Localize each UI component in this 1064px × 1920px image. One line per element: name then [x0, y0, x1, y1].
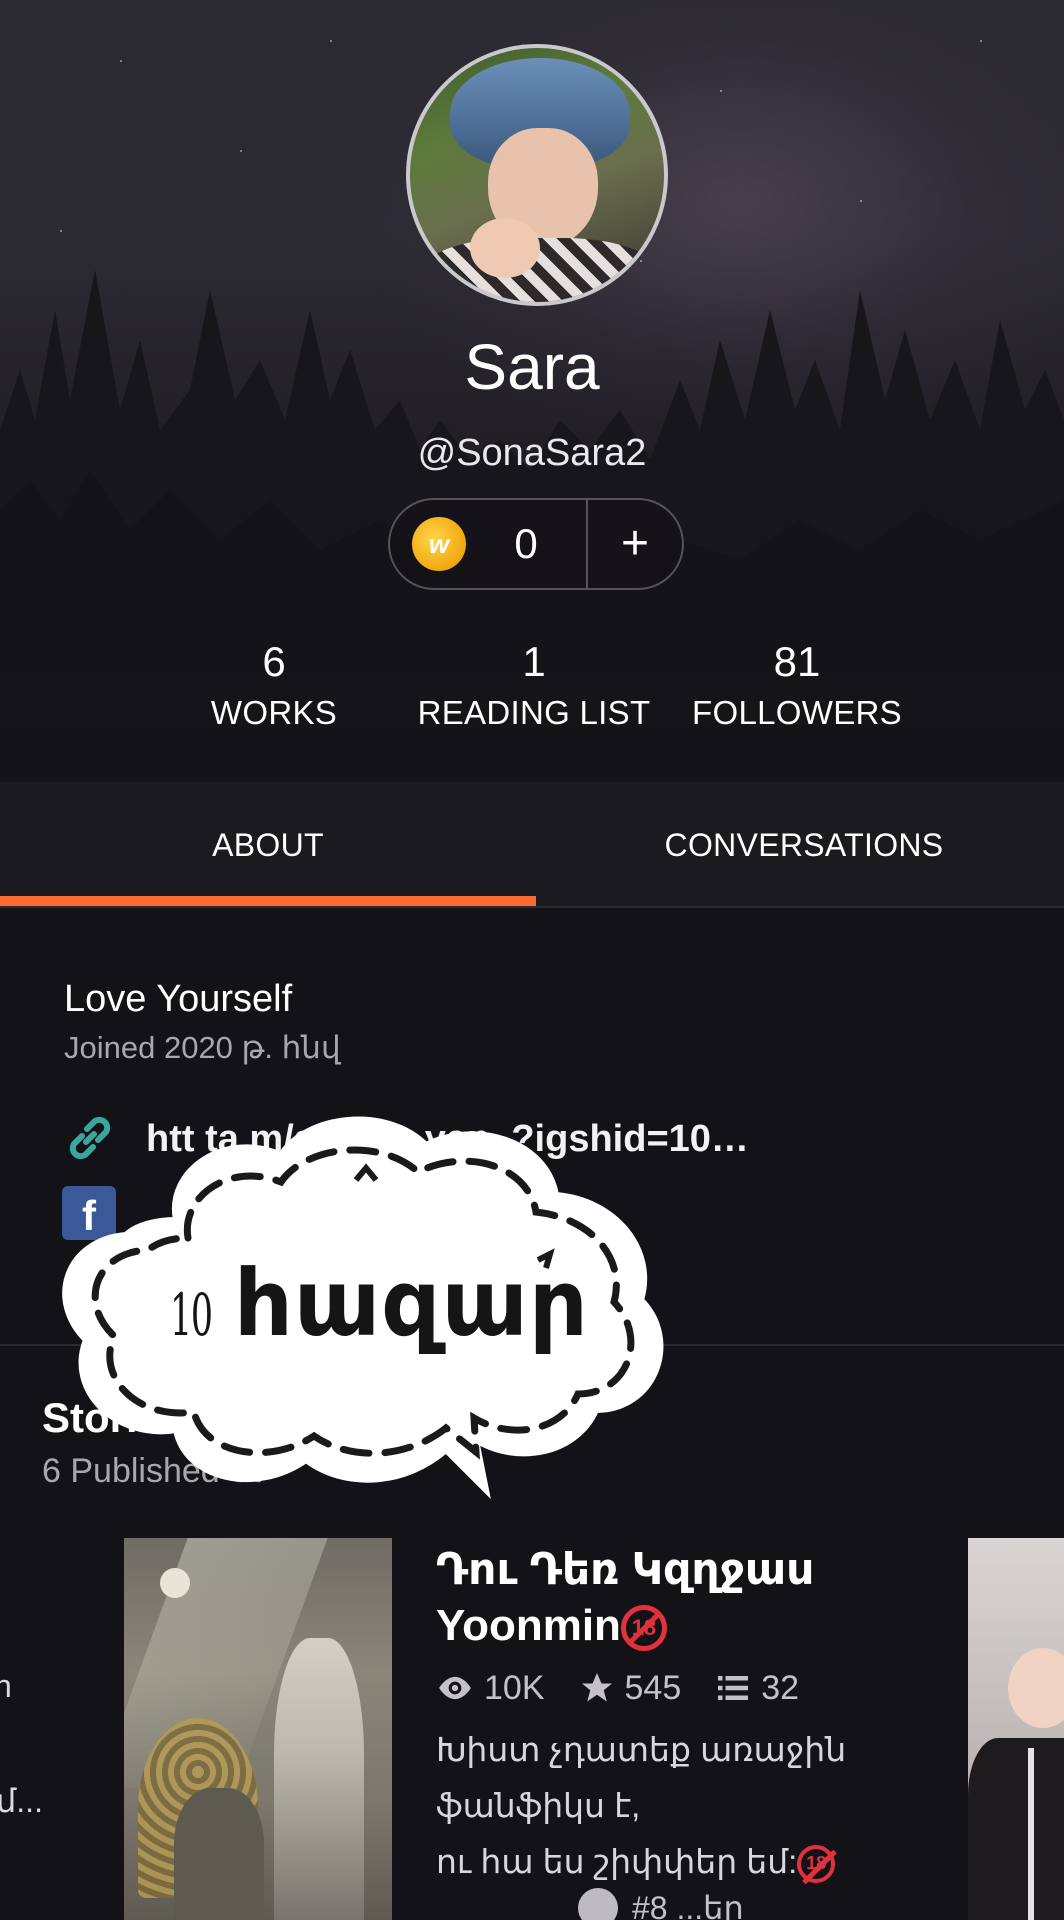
- joined-date: Joined 2020 թ. հնվ: [64, 1030, 341, 1065]
- profile-stats: 6 WORKS 1 READING LIST 81 FOLLOWERS: [0, 638, 1064, 748]
- sticker-word: հազար: [233, 1253, 589, 1355]
- stat-label: WORKS: [210, 694, 338, 731]
- sticker-label: 10 հազար: [156, 1250, 589, 1357]
- story-title-line2: Yoonmin: [436, 1601, 621, 1650]
- profile-tagline: Love Yourself: [64, 978, 293, 1020]
- coin-balance[interactable]: w 0 +: [388, 498, 684, 590]
- active-tab-indicator: [0, 896, 536, 906]
- eye-icon: [439, 1676, 471, 1700]
- stat-value: 81: [773, 638, 821, 685]
- description-line: ֆանֆիկս է,: [436, 1787, 641, 1824]
- display-name: Sara: [464, 331, 600, 403]
- parts-value: 32: [761, 1668, 800, 1707]
- rank-icon: [578, 1888, 618, 1920]
- avatar[interactable]: [406, 44, 668, 306]
- rank-text: #8 ...եր: [632, 1890, 744, 1920]
- star: [720, 90, 722, 92]
- list-icon: [718, 1676, 749, 1700]
- star: [980, 40, 982, 42]
- story-stats: 10K 545 32: [436, 1666, 833, 1710]
- cloud-sticker: 10 հազար: [56, 1110, 686, 1500]
- star: [240, 150, 242, 152]
- cover-hand: [1008, 1648, 1064, 1728]
- star: [330, 40, 332, 42]
- avatar-shirt: [420, 238, 660, 302]
- stat-label: FOLLOWERS: [692, 694, 902, 731]
- star: [860, 200, 862, 202]
- story-cover[interactable]: [124, 1538, 392, 1920]
- cover-figure: [174, 1788, 264, 1920]
- star: [60, 230, 62, 232]
- wattpad-coin-icon: w: [412, 517, 466, 571]
- add-coins-button[interactable]: +: [588, 498, 682, 590]
- prev-story-peek: n: [0, 1668, 12, 1704]
- story-description: Խիստ չդատեք առաջին ֆանֆիկս է, ու հա ես շ…: [436, 1722, 876, 1890]
- tab-conversations[interactable]: CONVERSATIONS: [536, 782, 1064, 908]
- votes-count: 545: [579, 1668, 682, 1708]
- cover-figure: [274, 1638, 364, 1920]
- story-title-line1: Դու Դեռ Կզղջաս: [436, 1545, 815, 1594]
- reads-value: 10K: [484, 1668, 545, 1707]
- stat-works[interactable]: 6 WORKS: [196, 638, 352, 732]
- profile-header: Sara @SonaSara2 w 0 + 6 WORKS 1 READING …: [0, 0, 1064, 782]
- star: [120, 60, 122, 62]
- description-line: Խիստ չդատեք առաջին: [436, 1731, 847, 1768]
- mature-badge-icon: 18: [620, 1605, 667, 1652]
- coin-count: 0: [514, 520, 538, 567]
- profile-tabs: ABOUT CONVERSATIONS: [0, 782, 1064, 908]
- username: @SonaSara2: [417, 432, 647, 474]
- cover-jacket: [968, 1738, 1064, 1920]
- cover-stripe: [1028, 1748, 1034, 1920]
- next-story-cover[interactable]: [968, 1538, 1064, 1920]
- stat-label: READING LIST: [417, 694, 651, 731]
- reads-count: 10K: [436, 1669, 545, 1708]
- stat-reading-list[interactable]: 1 READING LIST: [412, 638, 656, 732]
- description-line: ու հա ես շիփփեր եմ: 18: [436, 1834, 876, 1890]
- tab-about[interactable]: ABOUT: [0, 782, 536, 908]
- story-title[interactable]: Դու Դեռ Կզղջաս Yoonmin 18: [436, 1542, 856, 1654]
- story-rank: #8 ...եր: [578, 1888, 744, 1920]
- avatar-hand: [470, 218, 540, 278]
- parts-count: 32: [715, 1669, 799, 1708]
- sticker-number: 10: [169, 1281, 213, 1349]
- description-text: ու հա ես շիփփեր եմ:: [436, 1843, 798, 1880]
- stat-value: 1: [522, 638, 546, 685]
- stat-value: 6: [262, 638, 286, 685]
- votes-value: 545: [624, 1668, 682, 1707]
- mature-badge-icon: 18: [797, 1845, 836, 1884]
- prev-story-peek: մ...: [0, 1783, 43, 1819]
- cover-moon: [160, 1568, 190, 1598]
- stat-followers[interactable]: 81 FOLLOWERS: [690, 638, 904, 732]
- star-icon: [581, 1673, 612, 1702]
